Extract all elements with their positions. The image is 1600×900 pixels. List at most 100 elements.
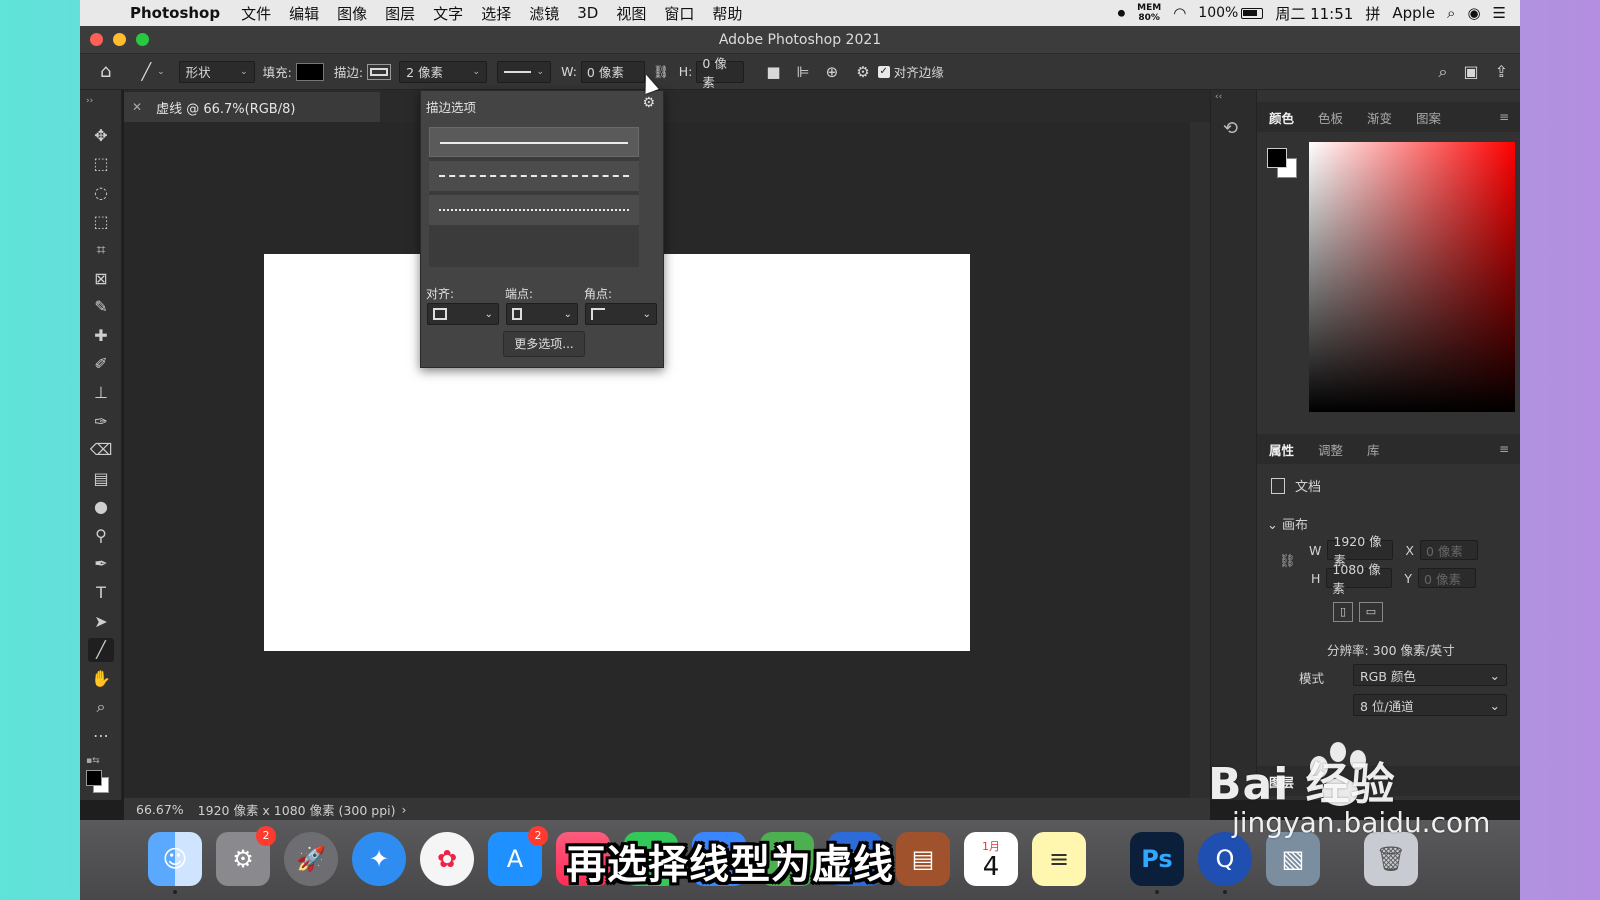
tab-patterns[interactable]: 图案 (1404, 108, 1453, 127)
input-method-icon[interactable]: 拼 (1365, 3, 1380, 24)
properties-panel-menu-icon[interactable]: ≡ (1487, 442, 1520, 456)
menu-layer[interactable]: 图层 (376, 3, 424, 24)
color-field[interactable] (1309, 142, 1515, 412)
zoom-level[interactable]: 66.67% (136, 802, 184, 817)
menu-edit[interactable]: 编辑 (280, 3, 328, 24)
history-brush-tool-icon[interactable]: ✑ (88, 410, 114, 434)
move-tool-icon[interactable]: ✥ (88, 124, 114, 148)
menu-type[interactable]: 文字 (424, 3, 472, 24)
siri-icon[interactable]: ◉ (1467, 4, 1480, 22)
quicktime-icon[interactable]: Q (1198, 832, 1252, 894)
portrait-orientation-icon[interactable]: ▯ (1333, 602, 1353, 622)
gear-icon[interactable]: ⚙ (856, 63, 869, 81)
gradient-tool-icon[interactable]: ▤ (88, 467, 114, 491)
safari-icon[interactable]: ✦ (352, 832, 406, 886)
color-panel-foreground-swatch[interactable] (1267, 148, 1287, 168)
path-alignment-icon[interactable]: ⊫ (797, 63, 810, 81)
control-center-icon[interactable]: ☰ (1493, 4, 1506, 22)
app-store-icon[interactable]: A2 (488, 826, 548, 886)
menu-3d[interactable]: 3D (568, 4, 607, 22)
landscape-orientation-icon[interactable]: ▭ (1359, 602, 1383, 622)
spotlight-search-icon[interactable]: ⌕ (1447, 4, 1455, 22)
vertical-scrollbar[interactable] (1190, 122, 1210, 798)
blur-tool-icon[interactable]: ● (88, 495, 114, 519)
height-field[interactable]: 0 像素 (696, 56, 745, 90)
color-mode-select[interactable]: RGB 颜色 ⌄ (1353, 664, 1507, 686)
menu-select[interactable]: 选择 (472, 3, 520, 24)
zoom-window-button[interactable] (136, 33, 149, 46)
canvas-x-field[interactable]: 0 像素 (1419, 540, 1478, 560)
line-tool-preset-icon[interactable]: ╱ ⌄ (141, 62, 164, 81)
type-tool-icon[interactable]: T (88, 581, 114, 605)
canvas-section-header[interactable]: ⌄ 画布 (1267, 514, 1308, 533)
tab-swatches[interactable]: 色板 (1306, 108, 1355, 127)
menu-app-name[interactable]: Photoshop (116, 4, 232, 22)
document-tab[interactable]: ✕ 虚线 @ 66.7%(RGB/8) (124, 92, 380, 122)
link-icon[interactable]: ⛓ (653, 64, 669, 80)
home-icon[interactable]: ⌂ (100, 61, 111, 82)
photoshop-icon[interactable]: Ps (1130, 832, 1184, 894)
stroke-width-select[interactable]: 2 像素 ⌄ (399, 60, 488, 83)
menu-file[interactable]: 文件 (232, 3, 280, 24)
system-preferences-icon[interactable]: ⚙ 2 (216, 826, 276, 886)
workspace-icon[interactable]: ▣ (1463, 62, 1478, 81)
stroke-type-select[interactable]: ⌄ (497, 60, 552, 83)
zoom-tool-icon[interactable]: ⌕ (88, 695, 114, 719)
finder-icon[interactable]: ☺ (148, 832, 202, 894)
launchpad-icon[interactable]: 🚀 (284, 832, 338, 886)
wifi-icon[interactable]: ◠ (1173, 4, 1186, 22)
object-selection-tool-icon[interactable]: ⬚ (88, 210, 114, 234)
collapse-toolbar-icon[interactable]: ›› (86, 96, 93, 106)
path-arrangement-icon[interactable]: ⊕ (826, 63, 839, 81)
document-info[interactable]: 1920 像素 x 1080 像素 (300 ppi) (198, 800, 396, 819)
stroke-corners-select[interactable]: ⌄ (585, 303, 657, 325)
path-selection-tool-icon[interactable]: ➤ (88, 610, 114, 634)
menu-filter[interactable]: 滤镜 (520, 3, 568, 24)
foreground-color-swatch[interactable] (86, 770, 102, 786)
menu-help[interactable]: 帮助 (703, 3, 751, 24)
stroke-type-dashed[interactable] (429, 161, 639, 191)
color-swatches[interactable] (86, 770, 109, 793)
tab-properties[interactable]: 属性 (1257, 440, 1306, 459)
calendar-icon[interactable]: 1月 4 (964, 832, 1018, 886)
menu-window[interactable]: 窗口 (655, 3, 703, 24)
stroke-type-dotted[interactable] (429, 195, 639, 225)
notes-app-icon[interactable]: ▤ (896, 832, 950, 886)
canvas-height-field[interactable]: 1080 像素 (1326, 562, 1393, 596)
close-window-button[interactable] (90, 33, 103, 46)
stroke-swatch[interactable] (367, 63, 392, 80)
edit-toolbar-icon[interactable]: ⋯ (88, 724, 114, 748)
close-tab-icon[interactable]: ✕ (132, 100, 142, 114)
tab-gradients[interactable]: 渐变 (1355, 108, 1404, 127)
stroke-caps-select[interactable]: ⌄ (506, 303, 578, 325)
eyedropper-tool-icon[interactable]: ✎ (88, 295, 114, 319)
line-tool-icon[interactable]: ╱ (88, 638, 114, 662)
preview-icon[interactable]: ▧ (1266, 832, 1320, 886)
user-menu[interactable]: Apple (1392, 4, 1435, 22)
marquee-tool-icon[interactable]: ⬚ (88, 152, 114, 176)
tab-adjustments[interactable]: 调整 (1306, 440, 1355, 459)
record-icon[interactable]: ⏺ (1118, 4, 1126, 22)
history-panel-icon[interactable]: ⟲ (1223, 118, 1238, 139)
tab-libraries[interactable]: 库 (1355, 440, 1392, 459)
trash-icon[interactable]: 🗑 (1364, 832, 1418, 886)
notes-icon[interactable]: ≡ (1032, 832, 1086, 886)
menu-image[interactable]: 图像 (328, 3, 376, 24)
lasso-tool-icon[interactable]: ◌ (88, 181, 114, 205)
path-operations-icon[interactable]: ■ (766, 63, 780, 81)
more-options-button[interactable]: 更多选项... (503, 331, 585, 357)
minimize-window-button[interactable] (113, 33, 126, 46)
share-icon[interactable]: ⇪ (1495, 62, 1508, 81)
bit-depth-select[interactable]: 8 位/通道 ⌄ (1353, 694, 1507, 716)
canvas-y-field[interactable]: 0 像素 (1418, 568, 1477, 588)
stroke-align-select[interactable]: ⌄ (427, 303, 499, 325)
link-dimensions-icon[interactable]: ⛓ (1279, 554, 1296, 569)
fill-swatch[interactable] (295, 62, 324, 81)
tab-color[interactable]: 颜色 (1257, 108, 1306, 127)
healing-brush-tool-icon[interactable]: ✚ (88, 324, 114, 348)
frame-tool-icon[interactable]: ⊠ (88, 267, 114, 291)
tool-mode-select[interactable]: 形状 ⌄ (178, 60, 255, 83)
search-icon[interactable]: ⌕ (1439, 62, 1448, 82)
brush-tool-icon[interactable]: ✐ (88, 352, 114, 376)
chevron-right-icon[interactable]: › (402, 802, 407, 817)
